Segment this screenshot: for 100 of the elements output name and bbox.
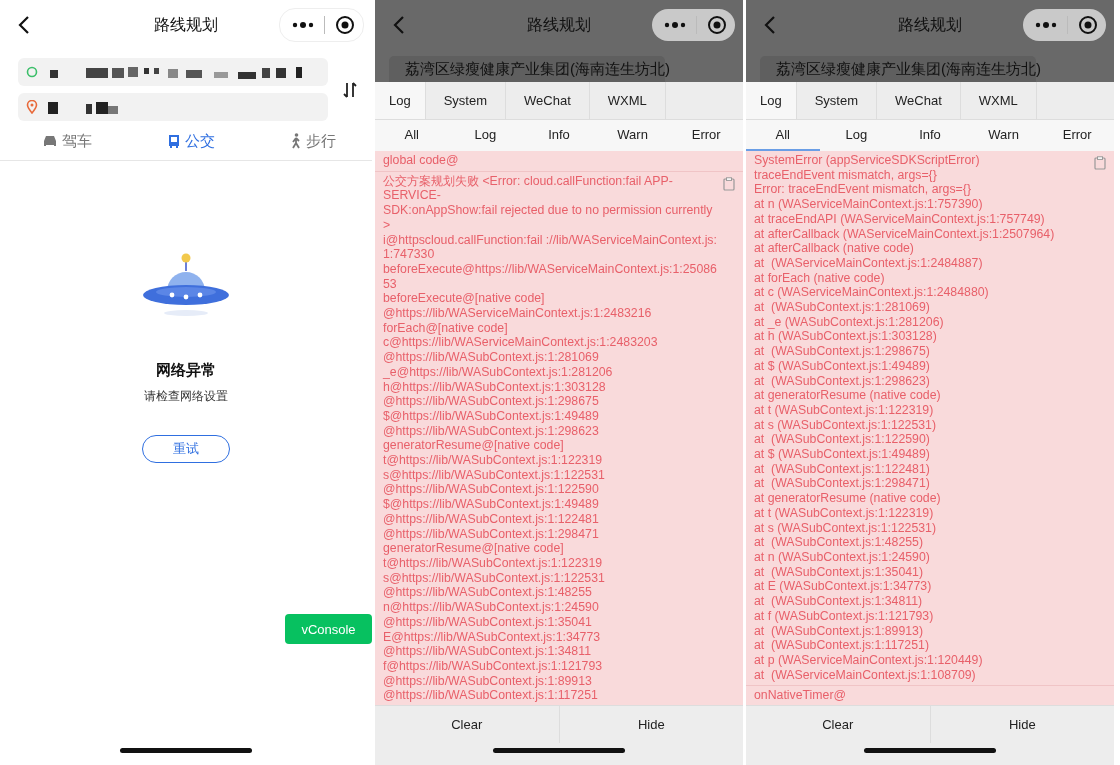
- log-line: s@https://lib/WASubContext.js:1:122531: [383, 570, 606, 586]
- console-tab[interactable]: Log: [375, 82, 426, 119]
- log-line: at (WASubContext.js:1:281069): [754, 300, 931, 315]
- bus-icon: [167, 133, 181, 149]
- close-icon[interactable]: [1078, 15, 1098, 35]
- log-line: @https://lib/WASubContext.js:1:117251: [383, 688, 599, 703]
- log-line: >: [383, 217, 392, 233]
- log-line: at p (WAServiceMainContext.js:1:120449): [754, 652, 984, 668]
- log-line: @https://lib/WASubContext.js:1:122590: [383, 482, 600, 498]
- log-line: at E (WASubContext.js:1:34773): [754, 579, 933, 595]
- log-line: @https://lib/WASubContext.js:1:298675: [383, 394, 600, 409]
- transport-tab[interactable]: 驾车: [42, 127, 92, 155]
- log-line: at afterCallback (WAServiceMainContext.js:1:2507964): [754, 226, 1056, 242]
- log-line: at c (WAServiceMainContext.js:1:2484880): [754, 285, 990, 301]
- capsule-menu[interactable]: [279, 8, 364, 42]
- close-icon[interactable]: [707, 15, 727, 35]
- log-line: 1:747330: [383, 247, 436, 262]
- log-line: SDK:onAppShow:fail rejected due to no permission currently: [383, 203, 714, 218]
- log-line: at traceEndAPI (WAServiceMainContext.js:1:757749): [754, 211, 1046, 227]
- log-line: t@https://lib/WASubContext.js:1:122319: [383, 556, 604, 571]
- log-line: at afterCallback (native code): [754, 241, 915, 256]
- log-line: at (WASubContext.js:1:35041): [754, 564, 925, 580]
- log-line: at (WASubContext.js:1:122481): [754, 461, 931, 477]
- log-line: at generatorResume (native code): [754, 491, 942, 506]
- log-line: @https://lib/WASubContext.js:1:298623: [383, 423, 600, 439]
- error-message: 请检查网络设置: [144, 388, 228, 405]
- log-filter-tab[interactable]: Warn: [595, 120, 670, 151]
- log-line: at (WAServiceMainContext.js:1:2484887): [754, 255, 984, 271]
- close-icon[interactable]: [335, 15, 355, 35]
- log-line: c@https://lib/WAServiceMainContext.js:1:2483203: [383, 335, 659, 351]
- log-line: at (WASubContext.js:1:117251): [754, 638, 930, 653]
- transport-tab[interactable]: 步行: [290, 127, 336, 155]
- more-icon[interactable]: [1035, 21, 1057, 29]
- more-icon[interactable]: [292, 21, 314, 29]
- log-line: at t (WASubContext.js:1:122319): [754, 505, 935, 521]
- location-pin-icon: [26, 100, 38, 114]
- log-line: at f (WASubContext.js:1:121793): [754, 608, 935, 624]
- log-line: 53: [383, 276, 398, 292]
- log-line: h@https://lib/WASubContext.js:1:303128: [383, 379, 607, 395]
- log-line: at (WASubContext.js:1:298623): [754, 373, 931, 389]
- log-line: SystemError (appServiceSDKScriptError): [754, 153, 981, 168]
- log-line: at generatorResume (native code): [754, 388, 942, 403]
- log-line: 公交方案规划失败 <Error: cloud.callFunction:fail APP-: [383, 173, 674, 189]
- log-line: at s (WASubContext.js:1:122531): [754, 417, 938, 433]
- log-line: beforeExecute@[native code]: [383, 291, 546, 307]
- log-line: @https://lib/WASubContext.js:1:122481: [383, 511, 600, 527]
- log-filter-tab[interactable]: Error: [669, 120, 743, 151]
- page-title: 路线规划: [154, 14, 218, 35]
- capsule-menu[interactable]: [652, 9, 735, 41]
- log-line: at s (WASubContext.js:1:122531): [754, 520, 938, 536]
- log-line: at _e (WASubContext.js:1:281206): [754, 314, 945, 330]
- console-tab[interactable]: Log: [746, 82, 797, 119]
- car-icon: [42, 134, 58, 148]
- log-line: $@https://lib/WASubContext.js:1:49489: [383, 408, 600, 424]
- transport-tab[interactable]: 公交: [167, 127, 215, 155]
- swap-icon[interactable]: [342, 79, 358, 100]
- log-line: _e@https://lib/WASubContext.js:1:281206: [383, 364, 614, 380]
- log-line: at $ (WASubContext.js:1:49489): [754, 358, 931, 374]
- log-filter-tab[interactable]: Info: [893, 120, 967, 151]
- log-line: SERVICE-: [383, 188, 442, 204]
- log-line: @https://lib/WASubContext.js:1:298471: [383, 526, 600, 542]
- log-line: generatorResume@[native code]: [383, 541, 565, 556]
- log-line: at (WASubContext.js:1:298471): [754, 476, 931, 492]
- log-line: E@https://lib/WASubContext.js:1:34773: [383, 629, 602, 645]
- log-line: @https://lib/WAServiceMainContext.js:1:2483216: [383, 306, 653, 321]
- log-filter-tab[interactable]: Info: [522, 120, 596, 151]
- log-line: at n (WAServiceMainContext.js:1:757390): [754, 197, 984, 212]
- log-line: @https://lib/WASubContext.js:1:48255: [383, 585, 593, 601]
- back-icon[interactable]: [18, 15, 30, 35]
- log-line: at t (WASubContext.js:1:122319): [754, 402, 935, 418]
- location-field[interactable]: [18, 93, 328, 121]
- log-line: at h (WASubContext.js:1:303128): [754, 329, 938, 345]
- log-line: at $ (WASubContext.js:1:49489): [754, 447, 931, 462]
- log-line: i@httpscloud.callFunction:fail ://lib/WAServiceMainContext.js:: [383, 232, 718, 248]
- log-filter-tab[interactable]: Log: [819, 120, 894, 151]
- log-filter-tab[interactable]: Warn: [966, 120, 1041, 151]
- log-line: at n (WASubContext.js:1:24590): [754, 550, 931, 565]
- log-filter-tab[interactable]: All: [375, 120, 449, 151]
- log-line: n@https://lib/WASubContext.js:1:24590: [383, 600, 600, 615]
- log-line: $@https://lib/WASubContext.js:1:49489: [383, 497, 600, 512]
- log-line: at forEach (native code): [754, 270, 886, 286]
- log-line: generatorResume@[native code]: [383, 438, 565, 454]
- log-line: t@https://lib/WASubContext.js:1:122319: [383, 453, 604, 468]
- page-title: 路线规划: [527, 14, 591, 35]
- log-line: at (WAServiceMainContext.js:1:108709): [754, 667, 977, 683]
- location-field[interactable]: [18, 58, 328, 86]
- log-line: at (WASubContext.js:1:89913): [754, 623, 925, 639]
- log-line: @https://lib/WASubContext.js:1:89913: [383, 673, 593, 689]
- log-line: @https://lib/WASubContext.js:1:281069: [383, 350, 600, 365]
- more-icon[interactable]: [664, 21, 686, 29]
- log-line: at (WASubContext.js:1:48255): [754, 535, 925, 550]
- log-line: Error: traceEndEvent mismatch, args={}: [754, 182, 972, 198]
- log-line: at (WASubContext.js:1:34811): [754, 594, 924, 609]
- log-filter-tab[interactable]: Error: [1040, 120, 1114, 151]
- log-line: f@https://lib/WASubContext.js:1:121793: [383, 658, 604, 674]
- capsule-menu[interactable]: [1023, 9, 1106, 41]
- log-filter-tab[interactable]: Log: [448, 120, 523, 151]
- retry-button[interactable]: 重试: [142, 435, 230, 463]
- log-line: s@https://lib/WASubContext.js:1:122531: [383, 467, 606, 483]
- log-line: at (WASubContext.js:1:122590): [754, 432, 931, 448]
